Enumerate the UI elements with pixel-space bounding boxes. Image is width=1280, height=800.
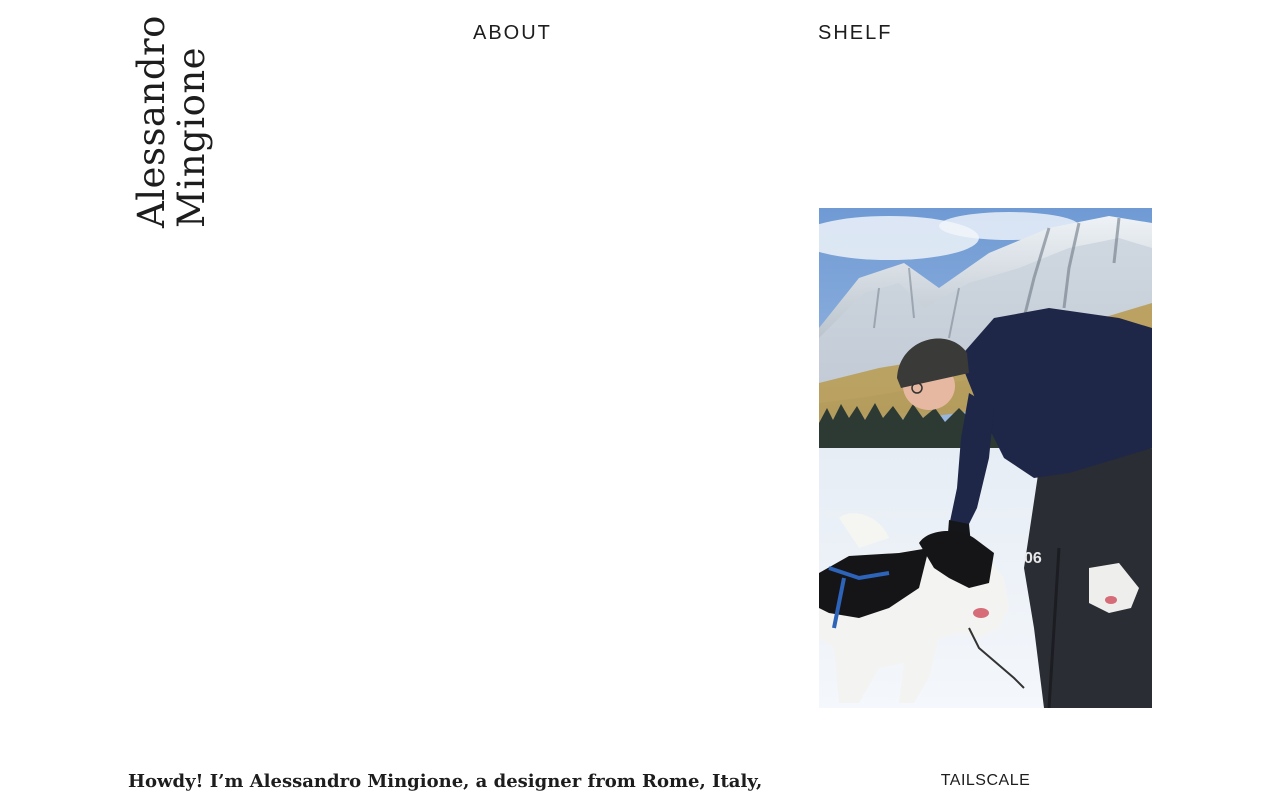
site-name-last: Mingione: [170, 46, 213, 228]
intro-text: Howdy! I’m Alessandro Mingione, a design…: [128, 771, 763, 792]
nav-about-link[interactable]: ABOUT: [473, 22, 552, 45]
hero-photo[interactable]: 06: [819, 208, 1152, 708]
svg-text:06: 06: [1024, 550, 1042, 567]
page: Alessandro Mingione ABOUT SHELF 06 Howdy…: [0, 0, 1280, 800]
site-name: Alessandro Mingione: [130, 15, 213, 228]
site-logo[interactable]: Alessandro Mingione: [128, 15, 213, 228]
nav-shelf-link[interactable]: SHELF: [818, 22, 892, 45]
hero-photo-image: 06: [819, 208, 1152, 708]
site-name-first: Alessandro: [130, 15, 173, 228]
photo-caption: TAILSCALE: [940, 772, 1031, 789]
